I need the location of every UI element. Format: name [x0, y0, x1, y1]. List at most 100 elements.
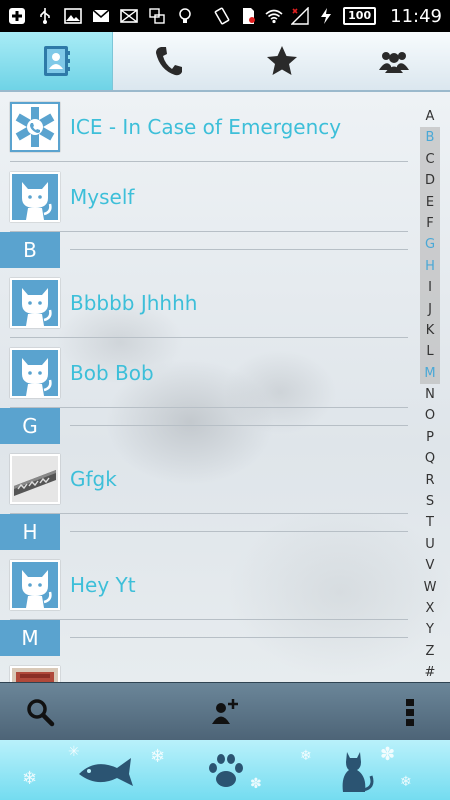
- cat-avatar-icon: [22, 358, 52, 396]
- section-letter: M: [0, 620, 60, 656]
- index-letter[interactable]: B: [420, 127, 440, 149]
- tab-contacts[interactable]: [0, 32, 114, 90]
- phone-icon: [156, 47, 183, 76]
- search-icon: [27, 698, 55, 726]
- index-letter[interactable]: F: [420, 212, 440, 235]
- wifi-icon: [265, 7, 283, 25]
- usb-icon: [36, 7, 54, 25]
- contact-row-partial[interactable]: [0, 656, 414, 682]
- paw-icon[interactable]: [205, 750, 247, 792]
- add-contact-button[interactable]: [205, 692, 245, 732]
- contact-name: Gfgk: [70, 467, 117, 491]
- index-letter[interactable]: E: [420, 191, 440, 213]
- alphabet-index[interactable]: A B C D E F G H I J K L M N O P Q R S T U V W X Y Z #: [420, 106, 440, 682]
- index-letter[interactable]: D: [420, 170, 440, 192]
- contact-row-bob[interactable]: Bob Bob: [0, 338, 414, 408]
- index-letter[interactable]: A: [420, 106, 440, 127]
- index-letter[interactable]: U: [420, 534, 440, 555]
- index-letter[interactable]: O: [420, 405, 440, 426]
- tab-bar: [0, 32, 450, 92]
- tab-phone[interactable]: [113, 32, 225, 90]
- section-letter: G: [0, 408, 60, 444]
- index-letter[interactable]: M: [420, 362, 440, 385]
- index-letter[interactable]: R: [420, 470, 440, 491]
- plus-notification-icon: [8, 7, 26, 25]
- photo-icon: [12, 668, 58, 682]
- section-letter: B: [0, 232, 60, 268]
- contact-photo: [10, 454, 60, 504]
- contacts-icon: [44, 46, 71, 76]
- www-photo-icon: [12, 456, 58, 502]
- index-letter[interactable]: C: [420, 148, 440, 171]
- tab-groups[interactable]: [338, 32, 450, 90]
- contact-photo: [10, 666, 60, 682]
- index-letter[interactable]: V: [420, 555, 440, 576]
- overflow-menu-button[interactable]: [390, 692, 430, 732]
- contact-name: Bbbbb Jhhhh: [70, 291, 198, 315]
- contact-row-bbbbb[interactable]: Bbbbb Jhhhh: [0, 268, 414, 338]
- ice-avatar: [10, 102, 60, 152]
- contact-name: Myself: [70, 185, 135, 209]
- index-letter[interactable]: S: [420, 491, 440, 512]
- snowflake-icon: ✽: [250, 776, 262, 792]
- ice-medical-icon: [15, 107, 55, 147]
- section-header-h: H: [0, 514, 414, 550]
- snowflake-icon: ❄: [150, 746, 166, 767]
- index-letter[interactable]: I: [420, 277, 440, 299]
- vibrate-icon: [213, 7, 231, 25]
- lightbulb-icon: [176, 7, 194, 25]
- index-letter[interactable]: Q: [420, 448, 440, 469]
- groups-icon: [378, 52, 409, 73]
- section-header-b: B: [0, 232, 414, 268]
- index-letter[interactable]: Y: [420, 619, 440, 640]
- snowflake-icon: ❄: [22, 768, 38, 789]
- signal-icon: [291, 7, 309, 25]
- index-letter[interactable]: G: [420, 234, 440, 256]
- avatar: [10, 560, 60, 610]
- cat-avatar-icon: [22, 182, 52, 220]
- section-letter: H: [0, 514, 60, 550]
- section-header-m: M: [0, 620, 414, 656]
- cat-icon[interactable]: [335, 746, 375, 798]
- section-header-g: G: [0, 408, 414, 444]
- contact-row-myself[interactable]: Myself: [0, 162, 414, 232]
- status-bar: 100 11:49: [0, 0, 450, 32]
- gmail-icon: [92, 7, 110, 25]
- fish-icon[interactable]: [75, 754, 135, 790]
- avatar: [10, 278, 60, 328]
- tab-favorites[interactable]: [226, 32, 338, 90]
- add-contact-icon: [212, 698, 238, 724]
- index-letter[interactable]: H: [420, 255, 440, 278]
- mail-icon: [120, 7, 138, 25]
- index-letter[interactable]: W: [420, 577, 440, 598]
- cat-avatar-icon: [22, 288, 52, 326]
- contact-row-hey[interactable]: Hey Yt: [0, 550, 414, 620]
- cat-avatar-icon: [22, 570, 52, 608]
- windows-icon: [148, 7, 166, 25]
- index-letter[interactable]: T: [420, 512, 440, 533]
- index-letter[interactable]: X: [420, 598, 440, 619]
- contact-row-ice[interactable]: ICE - In Case of Emergency: [0, 92, 414, 162]
- index-letter[interactable]: J: [420, 298, 440, 320]
- contact-name: ICE - In Case of Emergency: [70, 115, 342, 139]
- index-letter[interactable]: P: [420, 427, 440, 448]
- contact-name: Hey Yt: [70, 573, 136, 597]
- clock: 11:49: [390, 5, 442, 27]
- contacts-list: ICE - In Case of Emergency Myself B Bbbb…: [0, 92, 414, 682]
- star-icon: [266, 46, 297, 75]
- index-letter[interactable]: N: [420, 384, 440, 405]
- avatar: [10, 348, 60, 398]
- index-letter[interactable]: K: [420, 319, 440, 342]
- index-letter[interactable]: #: [420, 662, 440, 682]
- image-icon: [64, 7, 82, 25]
- theme-banner: ❄ ✳ ❄ ✽ ❄ ✽ ❄: [0, 740, 450, 800]
- contact-row-gfgk[interactable]: Gfgk: [0, 444, 414, 514]
- battery-level: 100: [343, 7, 377, 25]
- snowflake-icon: ✽: [380, 744, 396, 765]
- contacts-list-area: ICE - In Case of Emergency Myself B Bbbb…: [0, 92, 450, 682]
- avatar: [10, 172, 60, 222]
- search-button[interactable]: [20, 692, 60, 732]
- bottom-toolbar: [0, 682, 450, 740]
- index-letter[interactable]: L: [420, 341, 440, 363]
- index-letter[interactable]: Z: [420, 641, 440, 662]
